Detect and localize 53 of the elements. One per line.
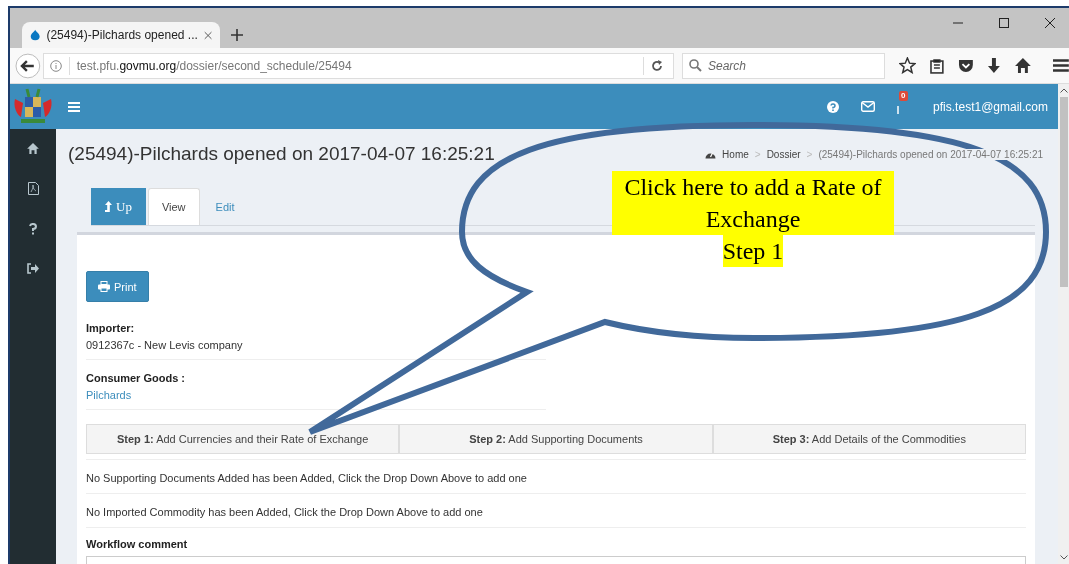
info-message: No Imported Commodity has been Added, Click the Drop Down Above to add one	[86, 494, 1026, 528]
maximize-icon[interactable]	[999, 18, 1009, 28]
browser-tab[interactable]: (25494)-Pilchards opened ...	[22, 22, 220, 48]
field-label: Consumer Goods :	[86, 372, 186, 384]
home-icon[interactable]	[1015, 58, 1032, 73]
step-button[interactable]: Step 2: Add Supporting Documents	[399, 424, 713, 454]
page-title: (25494)-Pilchards opened on 2017-04-07 16:25:21	[68, 143, 495, 165]
pdf-file-icon[interactable]	[27, 182, 39, 195]
tab[interactable]: View	[147, 188, 200, 225]
new-tab-icon[interactable]	[231, 29, 243, 41]
help-icon[interactable]	[827, 100, 840, 113]
breadcrumb-separator: >	[754, 148, 761, 160]
breadcrumb-current: (25494)-Pilchards opened on 2017-04-07 16:25:21	[818, 148, 1043, 160]
breadcrumb-separator: >	[806, 148, 813, 160]
workflow-comment-label: Workflow comment	[86, 538, 189, 550]
up-button[interactable]: Up	[91, 188, 146, 225]
field-value: 0912367c - New Levis company	[86, 339, 244, 351]
breadcrumb-link[interactable]: Dossier	[766, 148, 801, 160]
sign-out-icon[interactable]	[27, 263, 39, 274]
url-text: test.pfu.govmu.org/dossier/second_schedule/25494	[76, 58, 352, 73]
envelope-icon[interactable]	[861, 101, 876, 112]
info-icon	[49, 59, 62, 72]
breadcrumb-link[interactable]: Home	[722, 148, 749, 160]
back-icon[interactable]	[15, 52, 41, 79]
step-button[interactable]: Step 1: Add Currencies and their Rate of Exchange	[86, 424, 400, 454]
callout-text: Click here to add a Rate of Exchange	[612, 171, 894, 235]
step-button[interactable]: Step 3: Add Details of the Commodities	[712, 424, 1026, 454]
tab-title: (25494)-Pilchards opened ...	[46, 28, 198, 42]
field-label: Importer:	[86, 322, 136, 334]
user-email[interactable]: pfis.test1@gmail.com	[933, 99, 1048, 114]
scroll-down-icon[interactable]	[1059, 555, 1068, 560]
printer-icon	[98, 281, 110, 292]
scroll-up-icon[interactable]	[1059, 88, 1068, 93]
print-button[interactable]: Print	[86, 271, 149, 302]
search-field[interactable]: Search	[682, 52, 885, 79]
home-icon[interactable]	[27, 143, 39, 154]
info-message: No Supporting Documents Added has been Added, Click the Drop Down Above to add one	[86, 460, 1026, 494]
clipboard-icon[interactable]	[929, 57, 944, 74]
pocket-icon[interactable]	[957, 58, 974, 73]
close-icon[interactable]	[1045, 18, 1055, 28]
callout-step: Step 1	[722, 235, 784, 267]
question-icon[interactable]	[29, 223, 37, 235]
address-bar[interactable]: test.pfu.govmu.org/dossier/second_schedule/25494	[42, 52, 674, 79]
menu-icon[interactable]	[1053, 59, 1069, 72]
scrollbar-thumb[interactable]	[1059, 97, 1068, 287]
notification-badge: 0	[899, 90, 908, 101]
download-icon[interactable]	[987, 57, 1002, 74]
level-up-icon	[105, 201, 112, 212]
star-icon[interactable]	[899, 57, 916, 74]
reload-icon[interactable]	[651, 59, 663, 72]
search-icon	[689, 58, 702, 72]
goods-link[interactable]: Pilchards	[86, 389, 546, 401]
drop-logo-icon	[30, 28, 41, 42]
